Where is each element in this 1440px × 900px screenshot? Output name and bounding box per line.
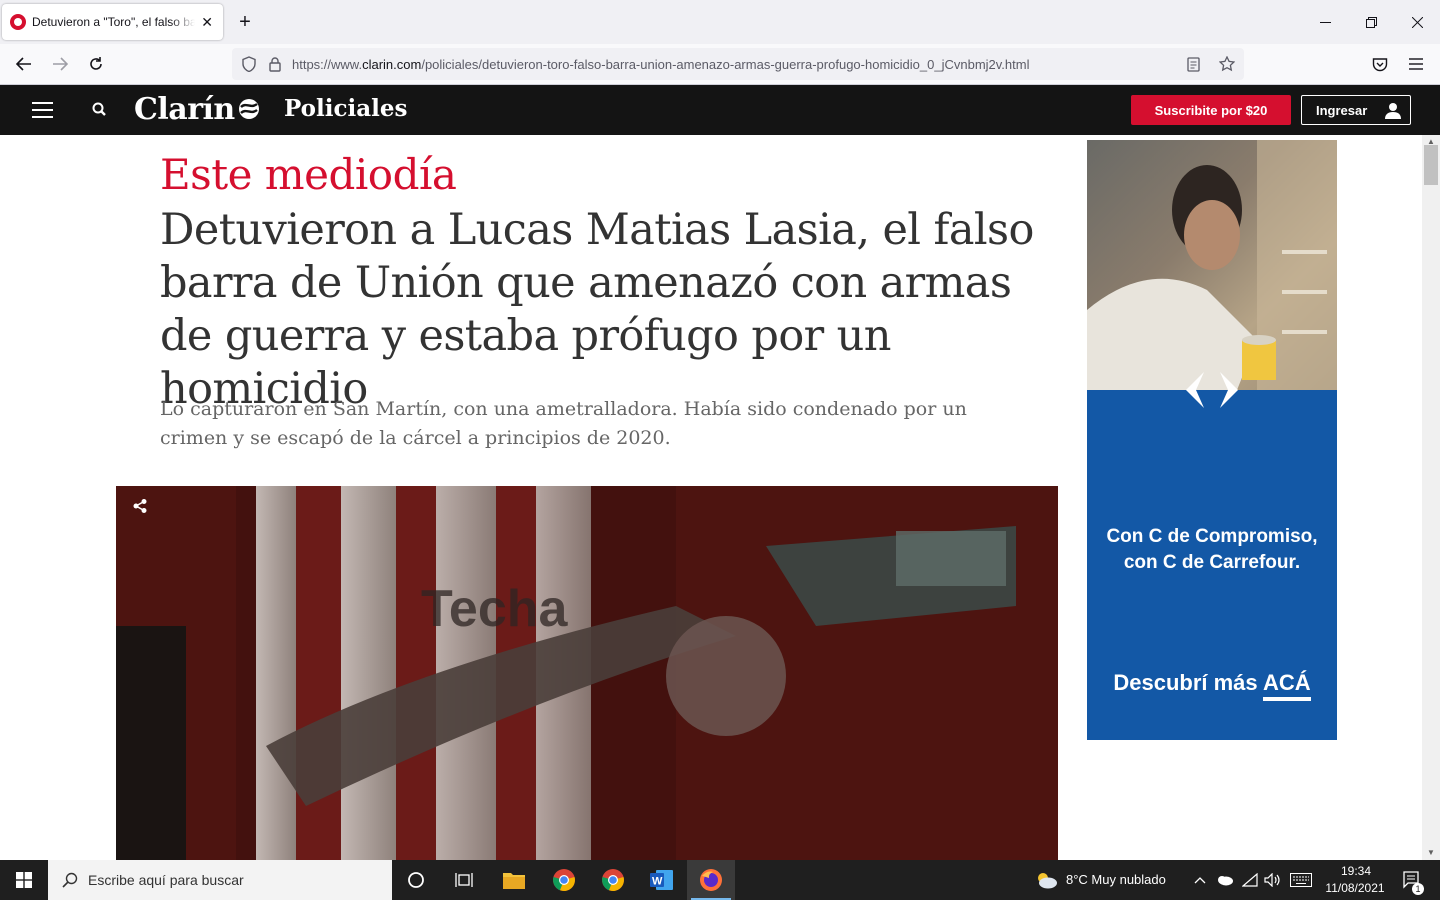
url-domain: clarin.com [362,56,422,72]
svg-text:W: W [652,876,663,888]
firefox-icon[interactable] [687,860,735,900]
video-frame-image: Techa [116,486,1058,860]
taskbar-search-icon [62,872,78,888]
ad-photo-image [1087,140,1337,390]
keyboard-icon[interactable] [1284,860,1318,900]
browser-tab-strip: Detuvieron a "Toro", el falso barra de U… [0,0,1440,44]
ad-cta-link[interactable]: ACÁ [1263,670,1311,695]
scroll-down-icon[interactable]: ▼ [1422,846,1440,860]
lock-icon[interactable] [266,55,284,73]
site-header: Clarín Policiales Suscribite por $20 Ing… [0,85,1440,135]
new-tab-button[interactable]: + [233,10,257,34]
shield-icon[interactable] [240,55,258,73]
scrollbar-thumb[interactable] [1424,145,1438,185]
share-icon[interactable] [132,498,148,514]
subscribe-button[interactable]: Suscribite por $20 [1131,95,1291,125]
url-prefix: https://www. [292,56,363,72]
forward-icon[interactable] [46,50,74,78]
section-title[interactable]: Policiales [284,95,407,122]
windows-start-icon[interactable] [0,860,48,900]
tray-chevron-up-icon[interactable] [1186,860,1214,900]
browser-tab[interactable]: Detuvieron a "Toro", el falso barra de U… [2,4,223,40]
bookmark-star-icon[interactable] [1218,55,1236,73]
article-summary: Lo capturaron en San Martín, con una ame… [160,398,967,449]
tab-close-icon[interactable]: ✕ [199,14,215,31]
minimize-icon[interactable] [1302,0,1348,44]
cortana-icon[interactable] [392,860,440,900]
url-bar[interactable]: https://www.clarin.com/policiales/detuvi… [232,48,1244,80]
carrefour-ad[interactable]: Con C de Compromiso, con C de Carrefour.… [1087,140,1337,740]
notification-count: 1 [1412,883,1424,895]
logo-text: Clarín [134,92,235,127]
back-icon[interactable] [10,50,38,78]
url-path: /policiales/detuvieron-toro-falso-barra-… [421,56,1030,72]
svg-text:Techa: Techa [421,580,569,638]
weather-cloudy-icon[interactable] [1022,860,1070,900]
page-scrollbar[interactable]: ▲ ▼ [1422,135,1440,860]
article-video[interactable]: Techa [116,486,1058,860]
close-window-icon[interactable] [1394,0,1440,44]
menu-icon[interactable] [1402,50,1430,78]
chrome-icon[interactable] [540,860,588,900]
reload-icon[interactable] [82,50,110,78]
ad-line-2: con C de Carrefour. [1123,552,1301,573]
url-text[interactable]: https://www.clarin.com/policiales/detuvi… [292,57,1029,72]
tab-title: Detuvieron a "Toro", el falso barra de U… [32,15,196,29]
weather-text[interactable]: 8°C Muy nublado [1066,872,1166,887]
volume-icon[interactable] [1260,860,1284,900]
chrome-profile-icon[interactable] [589,860,637,900]
login-button[interactable]: Ingresar [1301,95,1411,125]
ad-headline: Con C de Compromiso, con C de Carrefour. [1087,524,1337,576]
maximize-icon[interactable] [1348,0,1394,44]
login-label: Ingresar [1316,102,1368,118]
site-logo[interactable]: Clarín [134,92,262,127]
taskbar-search-placeholder: Escribe aquí para buscar [88,872,244,888]
reader-view-icon[interactable] [1184,55,1202,73]
ad-cta[interactable]: Descubrí más ACÁ [1087,670,1337,701]
article-kicker: Este mediodía [160,150,457,199]
network-icon[interactable] [1238,860,1262,900]
notification-center-icon[interactable]: 1 [1394,860,1430,900]
carrefour-logo-icon [1186,372,1238,408]
clock-date[interactable]: 11/08/2021 [1322,881,1388,895]
windows-taskbar: Escribe aquí para buscar W 8°C Muy nubla… [0,860,1440,900]
pocket-icon[interactable] [1366,50,1394,78]
search-icon[interactable] [90,100,110,120]
file-explorer-icon[interactable] [490,860,538,900]
clock-time[interactable]: 19:34 [1326,864,1386,878]
hamburger-menu-icon[interactable] [32,102,53,118]
article-headline: Detuvieron a Lucas Matias Lasia, el fals… [160,205,1034,414]
onedrive-cloud-icon[interactable] [1212,860,1238,900]
ad-cta-prefix: Descubrí más [1113,670,1263,695]
taskbar-search-input[interactable]: Escribe aquí para buscar [48,860,392,900]
ad-line-1: Con C de Compromiso, [1106,526,1318,547]
task-view-icon[interactable] [440,860,488,900]
logo-mark-icon [238,99,259,119]
browser-nav-bar: https://www.clarin.com/policiales/detuvi… [0,44,1440,85]
clarin-favicon-icon [10,14,26,30]
user-icon [1385,103,1401,119]
word-icon[interactable]: W [638,860,686,900]
